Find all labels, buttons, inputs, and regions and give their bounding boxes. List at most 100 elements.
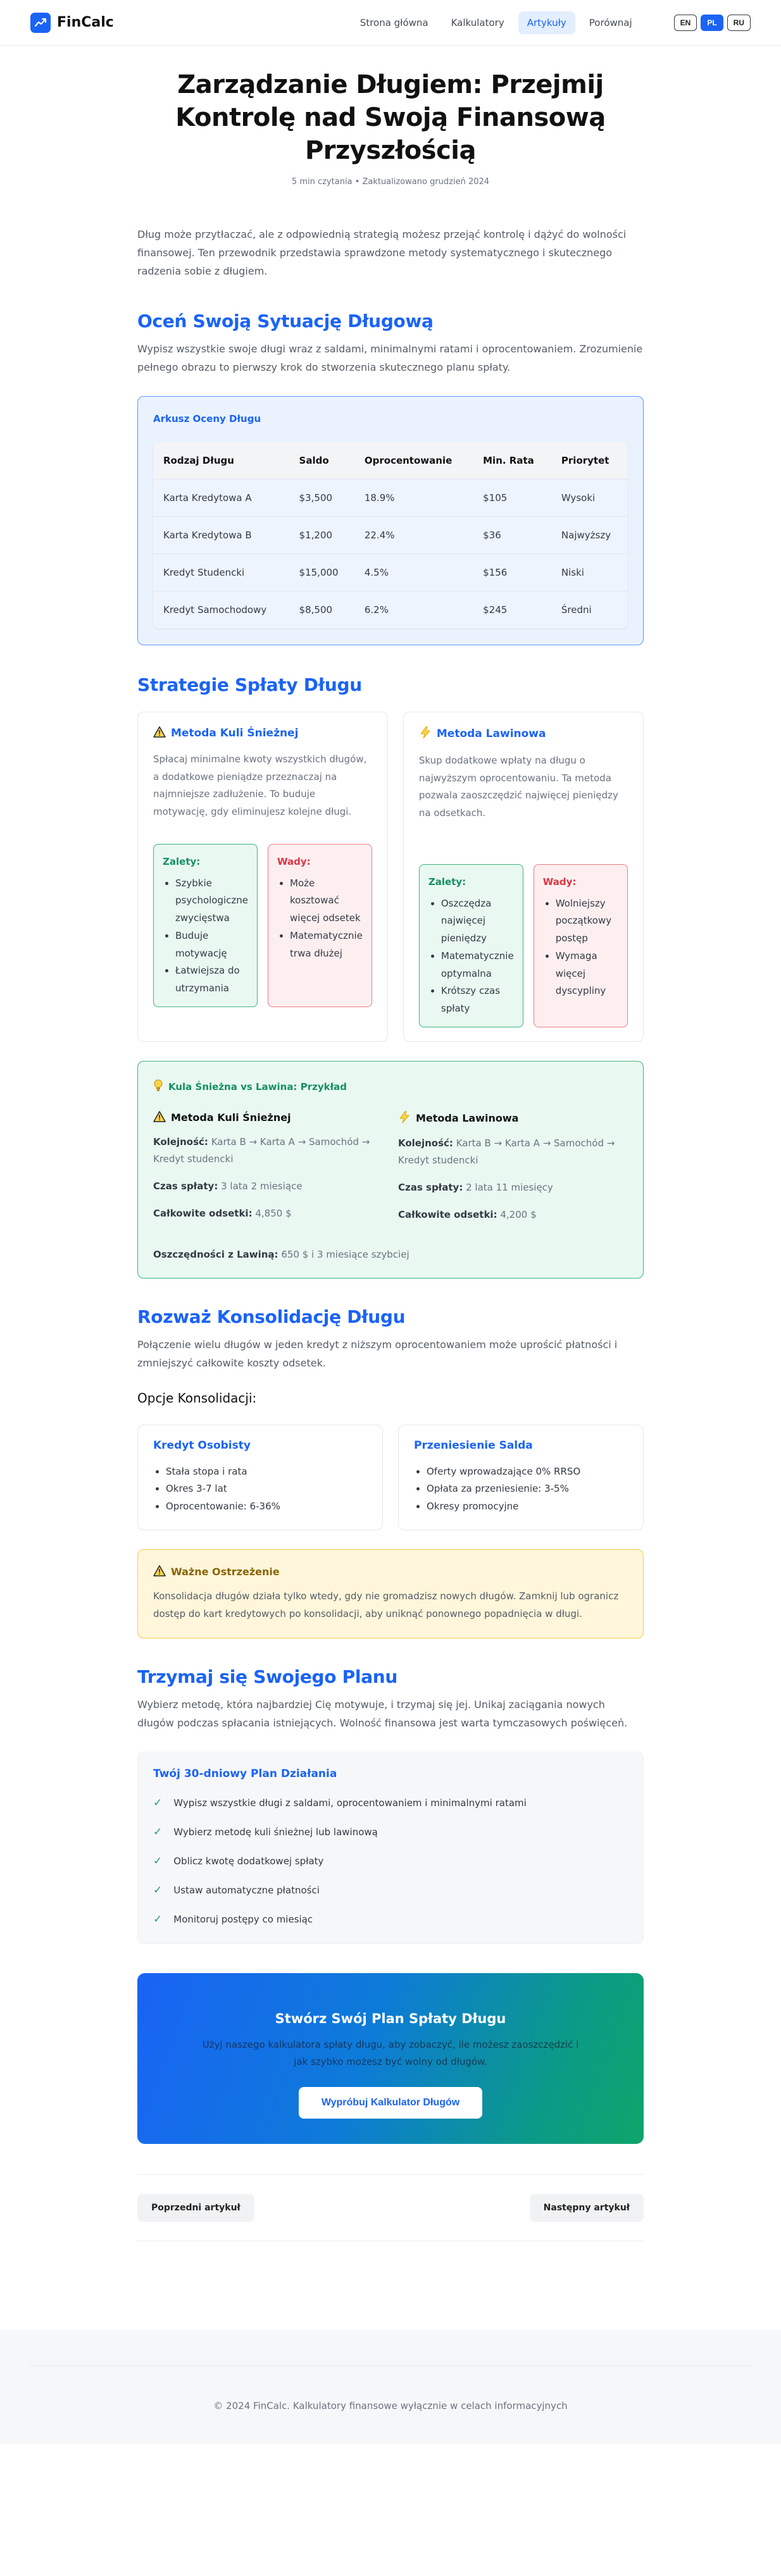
strategy-cards: Metoda Kuli Śnieżnej Spłacaj minimalne k…	[137, 711, 644, 1042]
action-plan-item: ✓ Monitoruj postępy co miesiąc	[153, 1913, 628, 1926]
warning-triangle-icon	[153, 726, 166, 741]
nav-link-compare[interactable]: Porównaj	[580, 11, 641, 34]
value: 3 lata 2 miesiące	[221, 1180, 303, 1192]
strategy-title: Metoda Lawinowa	[419, 726, 628, 742]
list-item: Może kosztować więcej odsetek	[290, 875, 363, 927]
lang-button-pl[interactable]: PL	[701, 14, 723, 31]
table-cell: 4.5%	[354, 553, 473, 591]
label: Kolejność:	[398, 1137, 453, 1149]
table-row: Kredyt Studencki $15,000 4.5% $156 Niski	[153, 553, 628, 591]
cta-title: Stwórz Swój Plan Spłaty Długu	[275, 2010, 506, 2026]
cons-title: Wady:	[277, 855, 311, 867]
label: Całkowite odsetki:	[153, 1207, 253, 1219]
lightbulb-icon	[153, 1079, 163, 1094]
pros-box: Zalety: Oszczędza najwięcej pieniędzy Ma…	[418, 864, 523, 1027]
try-calculator-button[interactable]: Wypróbuj Kalkulator Długów	[298, 2086, 483, 2119]
strategy-description: Spłacaj minimalne kwoty wszystkich długó…	[153, 753, 367, 818]
action-plan-item: ✓ Wypisz wszystkie długi z saldami, oproc…	[153, 1797, 628, 1809]
example-method-title-text: Metoda Lawinowa	[416, 1112, 519, 1125]
value: 2 lata 11 miesięcy	[466, 1181, 553, 1193]
warning-card: Ważne Ostrzeżenie Konsolidacja długów dz…	[137, 1549, 644, 1639]
article-lead: Dług może przytłaczać, ale z odpowiednią…	[137, 228, 627, 277]
pros-cons: Zalety: Szybkie psychologiczne zwycięstw…	[153, 843, 372, 1007]
table-cell: $36	[473, 516, 551, 554]
example-method-title-text: Metoda Kuli Śnieżnej	[171, 1112, 291, 1124]
top-navigation-bar: FinCalc Strona główna Kalkulatory Artyku…	[0, 0, 781, 46]
example-order: Kolejność: Karta B → Karta A → Samochód …	[153, 1134, 383, 1168]
pros-title: Zalety:	[163, 855, 201, 867]
warning-title: Ważne Ostrzeżenie	[153, 1565, 628, 1579]
example-method-title: Metoda Kuli Śnieżnej	[153, 1111, 383, 1125]
pros-box: Zalety: Szybkie psychologiczne zwycięstw…	[153, 843, 258, 1007]
nav-link-home[interactable]: Strona główna	[351, 11, 437, 34]
column-header: Priorytet	[551, 442, 628, 480]
list-item: Stała stopa i rata	[166, 1463, 367, 1481]
column-header: Rodzaj Długu	[153, 442, 289, 480]
list-item: Okresy promocyjne	[427, 1498, 628, 1516]
example-interest: Całkowite odsetki: 4,200 $	[398, 1206, 628, 1223]
lightning-icon	[398, 1111, 411, 1126]
label: Czas spłaty:	[398, 1181, 463, 1193]
value: 4,200 $	[500, 1208, 537, 1220]
table-cell: $1,200	[289, 516, 354, 554]
table-cell: Kredyt Samochodowy	[153, 590, 289, 628]
list-item: Opłata za przeniesienie: 3-5%	[427, 1480, 628, 1498]
list-item: Oszczędza najwięcej pieniędzy	[441, 895, 514, 948]
value: 4,850 $	[255, 1207, 292, 1219]
nav-link-articles[interactable]: Artykuły	[518, 11, 575, 34]
warning-triangle-icon	[153, 1565, 166, 1579]
list-item: Łatwiejsza do utrzymania	[175, 962, 248, 998]
check-icon: ✓	[153, 1825, 163, 1838]
lightning-icon	[419, 726, 432, 742]
action-plan-text: Oblicz kwotę dodatkowej spłaty	[173, 1855, 324, 1867]
option-title: Przeniesienie Salda	[414, 1439, 533, 1452]
list-item: Wymaga więcej dyscypliny	[556, 948, 618, 1000]
table-cell: Karta Kredytowa B	[153, 516, 289, 554]
strategy-title-text: Metoda Kuli Śnieżnej	[171, 727, 299, 740]
footer: © 2024 FinCalc. Kalkulatory finansowe wy…	[0, 2329, 781, 2444]
article-title: Zarządzanie Długiem: Przejmij Kontrolę n…	[175, 70, 606, 165]
strategy-card-avalanche: Metoda Lawinowa Skup dodatkowe wpłaty na…	[403, 711, 644, 1042]
column-header: Oprocentowanie	[354, 442, 473, 480]
table-cell: $245	[473, 590, 551, 628]
example-interest: Całkowite odsetki: 4,850 $	[153, 1205, 383, 1222]
list-item: Krótszy czas spłaty	[441, 982, 514, 1018]
brand[interactable]: FinCalc	[30, 12, 114, 33]
table-row: Karta Kredytowa A $3,500 18.9% $105 Wyso…	[153, 478, 628, 517]
next-article-button[interactable]: Następny artykuł	[529, 2193, 644, 2222]
example-time: Czas spłaty: 2 lata 11 miesięcy	[398, 1179, 628, 1196]
lang-button-en[interactable]: EN	[673, 14, 697, 31]
option-card-personal-loan: Kredyt Osobisty Stała stopa i rata Okres…	[137, 1424, 383, 1530]
example-title: Kula Śnieżna vs Lawina: Przykład	[153, 1079, 628, 1094]
article-meta: 5 min czytania • Zaktualizowano grudzień…	[291, 177, 490, 187]
nav-link-calculators[interactable]: Kalkulatory	[442, 11, 513, 34]
previous-article-button[interactable]: Poprzedni artykuł	[137, 2193, 254, 2222]
action-plan-text: Wybierz metodę kuli śnieżnej lub lawinow…	[173, 1826, 378, 1838]
table-cell: $8,500	[289, 590, 354, 628]
action-plan-text: Wypisz wszystkie długi z saldami, oproce…	[173, 1797, 527, 1809]
example-columns: Metoda Kuli Śnieżnej Kolejność: Karta B …	[153, 1111, 628, 1223]
label: Oszczędności z Lawiną:	[153, 1248, 278, 1260]
example-column-avalanche: Metoda Lawinowa Kolejność: Karta B → Kar…	[398, 1111, 628, 1223]
label: Całkowite odsetki:	[398, 1208, 497, 1220]
article-pager: Poprzedni artykuł Następny artykuł	[137, 2174, 644, 2241]
action-plan-item: ✓ Wybierz metodę kuli śnieżnej lub lawino…	[153, 1826, 628, 1838]
table-cell: Niski	[551, 553, 628, 591]
example-order: Kolejność: Karta B → Karta A → Samochód …	[398, 1135, 628, 1169]
lang-button-ru[interactable]: RU	[727, 14, 751, 31]
strategy-title: Metoda Kuli Śnieżnej	[153, 726, 372, 741]
warning-text: Konsolidacja długów działa tylko wtedy, …	[153, 1590, 619, 1619]
debt-assessment-title: Arkusz Oceny Długu	[153, 412, 261, 424]
list-item: Wolniejszy początkowy postęp	[556, 895, 618, 948]
debt-assessment-card: Arkusz Oceny Długu Rodzaj Długu Saldo Op…	[137, 395, 644, 645]
consolidation-text: Połączenie wielu długów w jeden kredyt z…	[137, 1338, 618, 1369]
consolidation-options: Kredyt Osobisty Stała stopa i rata Okres…	[137, 1424, 644, 1530]
column-header: Min. Rata	[473, 442, 551, 480]
action-plan-item: ✓ Ustaw automatyczne płatności	[153, 1884, 628, 1897]
table-header-row: Rodzaj Długu Saldo Oprocentowanie Min. R…	[153, 442, 628, 480]
table-cell: $15,000	[289, 553, 354, 591]
table-cell: 18.9%	[354, 478, 473, 517]
debt-assessment-table: Rodzaj Długu Saldo Oprocentowanie Min. R…	[153, 442, 628, 628]
example-title-text: Kula Śnieżna vs Lawina: Przykład	[168, 1081, 347, 1093]
strategy-card-snowball: Metoda Kuli Śnieżnej Spłacaj minimalne k…	[137, 711, 388, 1042]
